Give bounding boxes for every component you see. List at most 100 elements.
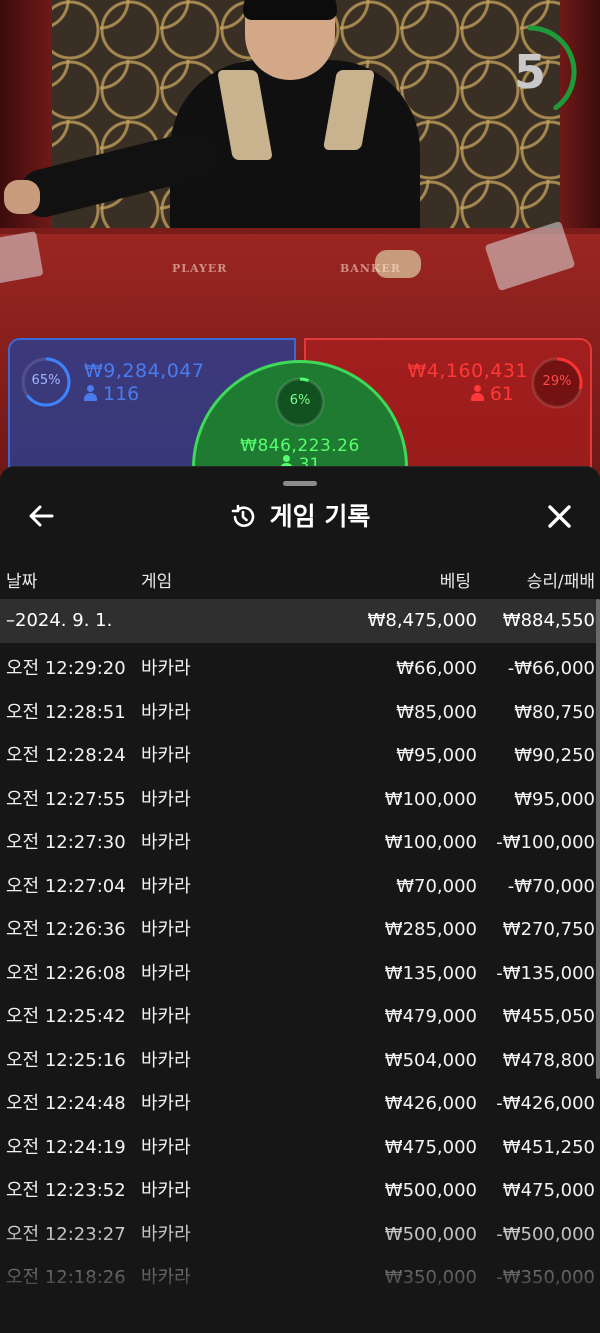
row-bet: ₩85,000: [396, 701, 477, 723]
banker-percent: 29%: [542, 374, 572, 389]
row-result: -₩350,000: [496, 1267, 595, 1288]
person-icon: [470, 385, 484, 401]
sheet-drag-handle[interactable]: [283, 481, 317, 486]
history-row[interactable]: 오전 12:27:55 바카라 ₩100,000 ₩95,000: [0, 778, 600, 822]
row-game: 바카라: [141, 788, 191, 810]
history-row[interactable]: 오전 12:25:16 바카라 ₩504,000 ₩478,800: [0, 1039, 600, 1083]
row-bet: ₩479,000: [384, 1006, 477, 1027]
row-result: -₩135,000: [496, 962, 595, 984]
history-row[interactable]: 오전 12:24:48 바카라 ₩426,000 -₩426,000: [0, 1082, 600, 1126]
row-time: 오전 12:26:08: [6, 962, 126, 984]
row-result: -₩426,000: [496, 1093, 595, 1114]
row-bet: ₩100,000: [384, 788, 477, 810]
close-icon: [548, 505, 571, 528]
date-group-result-total: ₩884,550: [502, 610, 595, 631]
row-game: 바카라: [141, 1136, 191, 1158]
row-game: 바카라: [141, 962, 191, 984]
row-time: 오전 12:18:26: [6, 1267, 126, 1288]
column-header-game: 게임: [141, 572, 173, 592]
history-row[interactable]: 오전 12:23:52 바카라 ₩500,000 ₩475,000: [0, 1169, 600, 1213]
dealer-hair: [243, 0, 337, 20]
row-bet: ₩426,000: [384, 1093, 477, 1114]
row-result: ₩451,250: [502, 1136, 595, 1158]
row-time: 오전 12:27:55: [6, 788, 126, 810]
row-game: 바카라: [141, 1093, 191, 1114]
tie-percent-ring: 6%: [274, 376, 326, 428]
row-bet: ₩350,000: [384, 1267, 477, 1288]
row-game: 바카라: [141, 658, 191, 679]
column-header-result: 승리/패배: [526, 572, 595, 592]
history-row[interactable]: 오전 12:26:36 바카라 ₩285,000 ₩270,750: [0, 908, 600, 952]
row-bet: ₩100,000: [384, 832, 477, 853]
live-dealer-video: PLAYER BANKER 5 65% ₩9,284,047 116 ₩4,16…: [0, 0, 600, 480]
history-row[interactable]: 오전 12:23:27 바카라 ₩500,000 -₩500,000: [0, 1213, 600, 1257]
history-row[interactable]: 오전 12:29:20 바카라 ₩66,000 -₩66,000: [0, 647, 600, 691]
history-row[interactable]: 오전 12:26:08 바카라 ₩135,000 -₩135,000: [0, 952, 600, 996]
card-shoe: [0, 231, 44, 284]
column-header-bet: 베팅: [439, 572, 471, 592]
row-game: 바카라: [141, 1180, 191, 1201]
game-history-sheet: 게임 기록 날짜 게임 베팅 승리/패배 –2024. 9. 1. ₩8,475…: [0, 466, 600, 1333]
row-bet: ₩285,000: [384, 919, 477, 940]
row-time: 오전 12:24:19: [6, 1136, 126, 1158]
row-game: 바카라: [141, 919, 191, 940]
row-bet: ₩95,000: [396, 745, 477, 766]
row-time: 오전 12:29:20: [6, 658, 126, 679]
column-header-date: 날짜: [6, 572, 38, 592]
row-time: 오전 12:26:36: [6, 919, 126, 940]
row-time: 오전 12:23:52: [6, 1180, 126, 1201]
row-time: 오전 12:27:30: [6, 832, 126, 853]
date-group-date: –2024. 9. 1.: [6, 610, 113, 631]
row-bet: ₩500,000: [384, 1223, 477, 1245]
sheet-title-text: 게임 기록: [269, 502, 371, 531]
felt-label-banker: BANKER: [340, 262, 401, 275]
close-button[interactable]: [540, 497, 580, 537]
banker-percent-ring: 29%: [530, 356, 584, 410]
row-result: ₩475,000: [502, 1180, 595, 1201]
player-percent: 65%: [31, 373, 61, 388]
row-time: 오전 12:25:42: [6, 1006, 126, 1027]
history-row[interactable]: 오전 12:28:24 바카라 ₩95,000 ₩90,250: [0, 734, 600, 778]
row-result: -₩500,000: [496, 1223, 595, 1245]
row-bet: ₩66,000: [396, 658, 477, 679]
row-time: 오전 12:25:16: [6, 1049, 126, 1071]
row-result: -₩70,000: [507, 875, 595, 897]
player-percent-ring: 65%: [20, 356, 72, 408]
dealer-hand: [4, 180, 40, 214]
banker-bet-count: 61: [470, 383, 514, 405]
round-countdown: 5: [500, 22, 578, 112]
row-game: 바카라: [141, 1049, 191, 1071]
row-result: ₩95,000: [514, 788, 595, 810]
row-game: 바카라: [141, 832, 191, 853]
history-row[interactable]: 오전 12:25:42 바카라 ₩479,000 ₩455,050: [0, 995, 600, 1039]
row-bet: ₩504,000: [384, 1049, 477, 1071]
row-game: 바카라: [141, 875, 191, 897]
history-row[interactable]: 오전 12:27:30 바카라 ₩100,000 -₩100,000: [0, 821, 600, 865]
row-game: 바카라: [141, 745, 191, 766]
felt-label-player: PLAYER: [172, 262, 228, 275]
row-time: 오전 12:28:51: [6, 701, 126, 723]
row-time: 오전 12:23:27: [6, 1223, 126, 1245]
row-game: 바카라: [141, 1267, 191, 1288]
row-result: ₩478,800: [502, 1049, 595, 1071]
date-group-bet-total: ₩8,475,000: [367, 610, 477, 631]
history-row[interactable]: 오전 12:28:51 바카라 ₩85,000 ₩80,750: [0, 691, 600, 735]
row-bet: ₩135,000: [384, 962, 477, 984]
history-row[interactable]: 오전 12:18:26 바카라 ₩350,000 -₩350,000: [0, 1256, 600, 1300]
player-bet-count: 116: [84, 383, 139, 405]
row-result: -₩100,000: [496, 832, 595, 853]
sheet-title: 게임 기록: [0, 497, 600, 542]
row-result: ₩80,750: [514, 701, 595, 723]
countdown-number: 5: [513, 45, 546, 99]
row-game: 바카라: [141, 1006, 191, 1027]
row-game: 바카라: [141, 701, 191, 723]
row-result: -₩66,000: [507, 658, 595, 679]
row-bet: ₩70,000: [396, 875, 477, 897]
player-bet-amount: ₩9,284,047: [84, 360, 205, 382]
history-row[interactable]: 오전 12:24:19 바카라 ₩475,000 ₩451,250: [0, 1126, 600, 1170]
history-row[interactable]: 오전 12:27:04 바카라 ₩70,000 -₩70,000: [0, 865, 600, 909]
person-icon: [84, 385, 97, 401]
tie-percent: 6%: [289, 393, 311, 408]
row-bet: ₩500,000: [384, 1180, 477, 1201]
banker-bet-amount: ₩4,160,431: [407, 360, 528, 382]
